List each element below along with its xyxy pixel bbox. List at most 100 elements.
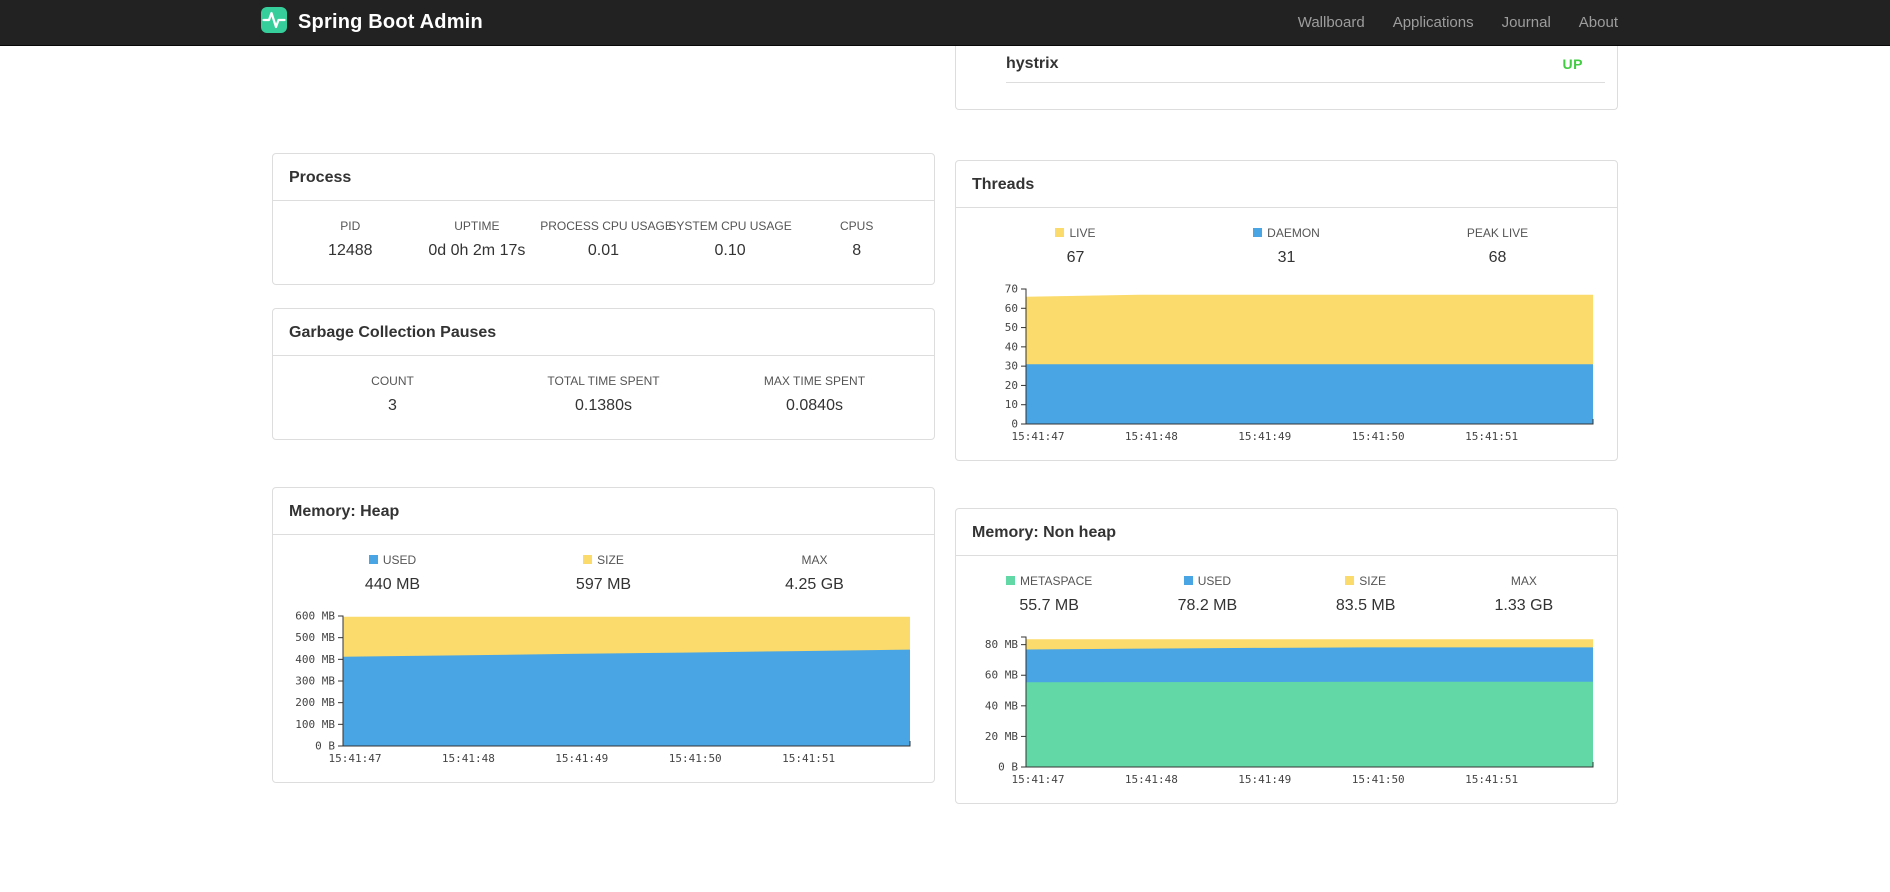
- memory-heap-chart: 0 B 100 MB 200 MB 300 MB 400 MB 500 MB 600 MB 1…: [287, 608, 920, 768]
- gc-panel: Garbage Collection Pauses COUNT 3 TOTAL …: [272, 308, 935, 440]
- svg-text:15:41:50: 15:41:50: [669, 752, 722, 765]
- threads-body: LIVE 67 DAEMON 31 PEAK LIVE 68 0 10 20 30 40…: [956, 208, 1617, 460]
- stat-label: TOTAL TIME SPENT: [547, 374, 660, 388]
- threads-panel: Threads LIVE 67 DAEMON 31 PEAK LIVE 68 0…: [955, 160, 1618, 461]
- svg-text:15:41:48: 15:41:48: [1125, 773, 1178, 786]
- svg-text:100 MB: 100 MB: [295, 718, 335, 731]
- stat-label: CPUS: [840, 219, 874, 233]
- process-panel: Process PID 12488 UPTIME 0d 0h 2m 17s PR…: [272, 153, 935, 285]
- svg-text:15:41:51: 15:41:51: [1465, 773, 1518, 786]
- stat-label: PID: [340, 219, 361, 233]
- process-panel-title: Process: [289, 169, 352, 186]
- stat-label: USED: [1128, 574, 1286, 588]
- svg-text:60: 60: [1005, 302, 1018, 315]
- memory-heap-panel-heading: Memory: Heap: [273, 488, 934, 535]
- navbar-inner: Spring Boot Admin Wallboard Applications…: [261, 0, 1618, 45]
- gc-panel-heading: Garbage Collection Pauses: [273, 309, 934, 356]
- navbar: Spring Boot Admin Wallboard Applications…: [0, 0, 1890, 46]
- stat-label: SIZE: [498, 553, 709, 567]
- left-column-spacer: [272, 46, 935, 153]
- svg-text:10: 10: [1005, 398, 1018, 411]
- brand-title: Spring Boot Admin: [298, 11, 483, 33]
- stat-value: 1.33 GB: [1494, 597, 1554, 614]
- memory-nonheap-panel-heading: Memory: Non heap: [956, 509, 1617, 556]
- svg-text:15:41:48: 15:41:48: [442, 752, 495, 765]
- memory-heap-body: USED 440 MB SIZE 597 MB MAX 4.25 GB 0 B1…: [273, 535, 934, 782]
- stat-label: LIVE: [970, 226, 1181, 240]
- svg-text:15:41:47: 15:41:47: [1012, 773, 1065, 786]
- svg-text:400 MB: 400 MB: [295, 653, 335, 666]
- brand-logo-icon: [260, 6, 288, 39]
- svg-text:40 MB: 40 MB: [985, 699, 1018, 712]
- stat-label: SIZE: [1287, 574, 1445, 588]
- stat-nonheap-size: SIZE 83.5 MB: [1287, 574, 1445, 615]
- main-content: Process PID 12488 UPTIME 0d 0h 2m 17s PR…: [272, 46, 1618, 804]
- status-badge: UP: [1562, 56, 1583, 72]
- stat-label: COUNT: [371, 374, 414, 388]
- stat-gc-max-time: MAX TIME SPENT 0.0840s: [709, 374, 920, 415]
- svg-text:300 MB: 300 MB: [295, 675, 335, 688]
- health-row-hystrix: hystrix UP: [1006, 46, 1605, 83]
- stat-value: 3: [388, 397, 397, 414]
- stat-value: 0.01: [587, 242, 620, 259]
- memory-heap-panel: Memory: Heap USED 440 MB SIZE 597 MB MAX…: [272, 487, 935, 783]
- memory-nonheap-stats: METASPACE 55.7 MB USED 78.2 MB SIZE 83.5…: [970, 574, 1603, 615]
- stat-value: 83.5 MB: [1335, 597, 1396, 614]
- svg-text:15:41:49: 15:41:49: [1238, 773, 1291, 786]
- stat-heap-used: USED 440 MB: [287, 553, 498, 594]
- svg-text:15:41:49: 15:41:49: [555, 752, 608, 765]
- svg-text:15:41:47: 15:41:47: [1012, 430, 1065, 443]
- svg-text:0 B: 0 B: [998, 761, 1018, 774]
- legend-swatch-used: [1183, 576, 1193, 585]
- svg-text:200 MB: 200 MB: [295, 696, 335, 709]
- gc-stats: COUNT 3 TOTAL TIME SPENT 0.1380s MAX TIM…: [273, 356, 934, 439]
- stat-value: 440 MB: [364, 576, 421, 593]
- threads-panel-title: Threads: [972, 176, 1035, 193]
- stat-heap-max: MAX 4.25 GB: [709, 553, 920, 594]
- stat-label: METASPACE: [970, 574, 1128, 588]
- legend-swatch-used: [368, 555, 378, 564]
- svg-text:20: 20: [1005, 379, 1018, 392]
- svg-text:80 MB: 80 MB: [985, 638, 1018, 651]
- health-panel: hystrix UP: [955, 46, 1618, 110]
- nav-link-applications[interactable]: Applications: [1379, 14, 1488, 31]
- stat-threads-daemon: DAEMON 31: [1181, 226, 1392, 267]
- stat-value: 67: [1066, 249, 1085, 266]
- threads-panel-heading: Threads: [956, 161, 1617, 208]
- stat-label: UPTIME: [454, 219, 500, 233]
- stat-system-cpu-usage: SYSTEM CPU USAGE 0.10: [667, 219, 794, 260]
- left-column: Process PID 12488 UPTIME 0d 0h 2m 17s PR…: [272, 46, 935, 804]
- svg-text:15:41:47: 15:41:47: [329, 752, 382, 765]
- threads-chart: 0 10 20 30 40 50 60 70 15:41:47 15:41:48 15:41:49 1…: [970, 281, 1603, 446]
- legend-swatch-metaspace: [1006, 576, 1015, 585]
- stat-value: 4.25 GB: [785, 576, 844, 593]
- stat-gc-total-time: TOTAL TIME SPENT 0.1380s: [498, 374, 709, 415]
- svg-text:500 MB: 500 MB: [295, 631, 335, 644]
- memory-nonheap-panel-title: Memory: Non heap: [972, 524, 1117, 541]
- process-stats: PID 12488 UPTIME 0d 0h 2m 17s PROCESS CP…: [273, 201, 934, 284]
- legend-swatch-daemon: [1253, 228, 1263, 237]
- brand-link[interactable]: Spring Boot Admin: [260, 6, 483, 39]
- svg-text:0 B: 0 B: [315, 740, 335, 753]
- memory-heap-panel-title: Memory: Heap: [289, 503, 400, 520]
- svg-text:15:41:48: 15:41:48: [1125, 430, 1178, 443]
- stat-nonheap-metaspace: METASPACE 55.7 MB: [970, 574, 1128, 615]
- stat-value: 0.1380s: [575, 397, 632, 414]
- svg-text:15:41:50: 15:41:50: [1352, 773, 1405, 786]
- stat-label: PROCESS CPU USAGE: [540, 219, 673, 233]
- right-column: hystrix UP Threads LIVE 67 DAEMON 31 PEA…: [955, 46, 1618, 804]
- stat-value: 55.7 MB: [1019, 597, 1079, 614]
- stat-value: 68: [1488, 249, 1507, 266]
- stat-label: MAX: [1510, 574, 1537, 588]
- svg-text:15:41:51: 15:41:51: [782, 752, 835, 765]
- nav-link-journal[interactable]: Journal: [1488, 14, 1565, 31]
- nav-link-about[interactable]: About: [1565, 14, 1618, 31]
- stat-value: 78.2 MB: [1177, 597, 1238, 614]
- process-panel-heading: Process: [273, 154, 934, 201]
- svg-text:60 MB: 60 MB: [985, 669, 1018, 682]
- threads-stats: LIVE 67 DAEMON 31 PEAK LIVE 68: [970, 226, 1603, 267]
- stat-label: MAX: [801, 553, 828, 567]
- stat-cpus: CPUS 8: [793, 219, 920, 260]
- stat-value: 0.10: [714, 242, 746, 259]
- nav-link-wallboard[interactable]: Wallboard: [1284, 14, 1379, 31]
